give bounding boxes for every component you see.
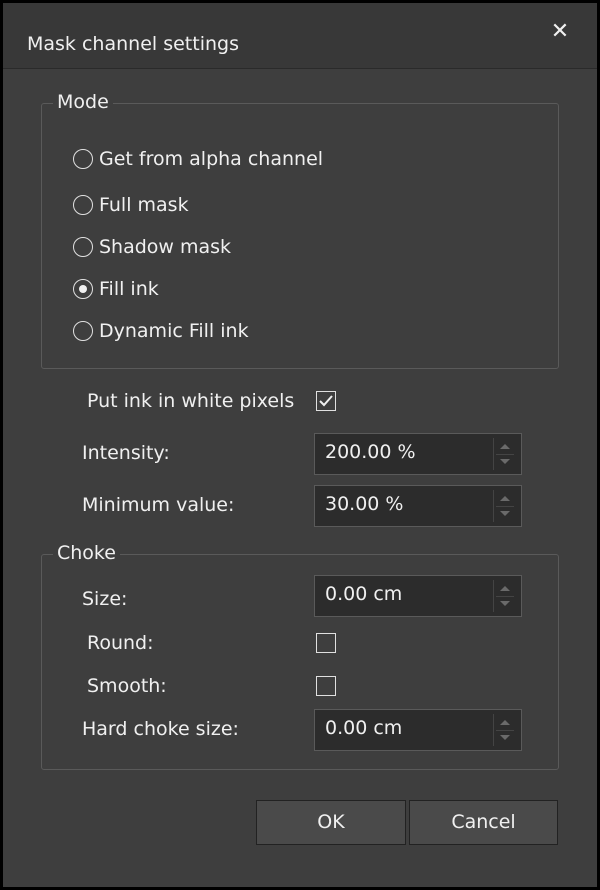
hard-choke-size-label: Hard choke size: (82, 718, 239, 740)
put-ink-label: Put ink in white pixels (87, 390, 295, 412)
radio-shadow-mask[interactable]: Shadow mask (73, 233, 231, 261)
hard-choke-size-value[interactable]: 0.00 cm (325, 710, 402, 750)
minimum-spin-arrows[interactable] (493, 490, 515, 522)
spin-down-icon[interactable] (500, 735, 510, 740)
radio-full-mask[interactable]: Full mask (73, 191, 189, 219)
spin-divider (496, 596, 514, 597)
spin-divider (496, 730, 514, 731)
hard-choke-size-spinbox[interactable]: 0.00 cm (314, 709, 522, 751)
size-spin-arrows[interactable] (493, 580, 515, 612)
dialog-title: Mask channel settings (27, 33, 239, 55)
hard-choke-spin-arrows[interactable] (493, 714, 515, 746)
mask-channel-settings-dialog: Mask channel settings ✕ Mode Get from al… (0, 0, 600, 890)
radio-fill-ink[interactable]: Fill ink (73, 275, 159, 303)
radio-label: Dynamic Fill ink (99, 320, 249, 342)
minimum-value[interactable]: 30.00 % (325, 486, 404, 526)
checkmark-icon (319, 395, 333, 407)
radio-button[interactable] (73, 195, 93, 215)
spin-divider (496, 454, 514, 455)
spin-down-icon[interactable] (500, 459, 510, 464)
size-value[interactable]: 0.00 cm (325, 576, 402, 616)
radio-label: Fill ink (99, 278, 159, 300)
ok-button[interactable]: OK (256, 800, 406, 845)
smooth-checkbox[interactable] (316, 676, 336, 696)
spin-up-icon[interactable] (500, 496, 510, 501)
radio-label: Get from alpha channel (99, 148, 324, 170)
radio-label: Full mask (99, 194, 189, 216)
spin-down-icon[interactable] (500, 511, 510, 516)
radio-label: Shadow mask (99, 236, 232, 258)
intensity-label: Intensity: (82, 442, 170, 464)
spin-down-icon[interactable] (500, 601, 510, 606)
choke-group-label: Choke (53, 542, 120, 564)
radio-dynamic-fill-ink[interactable]: Dynamic Fill ink (73, 317, 249, 345)
size-label: Size: (82, 588, 128, 610)
round-label: Round: (87, 632, 154, 654)
radio-button[interactable] (73, 237, 93, 257)
title-bar: Mask channel settings ✕ (3, 3, 597, 69)
radio-get-from-alpha-channel[interactable]: Get from alpha channel (73, 145, 323, 173)
spin-divider (496, 506, 514, 507)
spin-up-icon[interactable] (500, 720, 510, 725)
round-checkbox[interactable] (316, 633, 336, 653)
mode-group-label: Mode (53, 91, 113, 113)
intensity-spin-arrows[interactable] (493, 438, 515, 470)
intensity-spinbox[interactable]: 200.00 % (314, 433, 522, 475)
cancel-button[interactable]: Cancel (409, 800, 558, 845)
radio-button[interactable] (73, 149, 93, 169)
intensity-value[interactable]: 200.00 % (325, 434, 416, 474)
close-icon[interactable]: ✕ (543, 15, 577, 49)
spin-up-icon[interactable] (500, 444, 510, 449)
size-spinbox[interactable]: 0.00 cm (314, 575, 522, 617)
minimum-value-spinbox[interactable]: 30.00 % (314, 485, 522, 527)
put-ink-checkbox[interactable] (316, 391, 336, 411)
minimum-value-label: Minimum value: (82, 494, 235, 516)
spin-up-icon[interactable] (500, 586, 510, 591)
smooth-label: Smooth: (87, 675, 167, 697)
radio-button[interactable] (73, 279, 93, 299)
radio-button[interactable] (73, 321, 93, 341)
